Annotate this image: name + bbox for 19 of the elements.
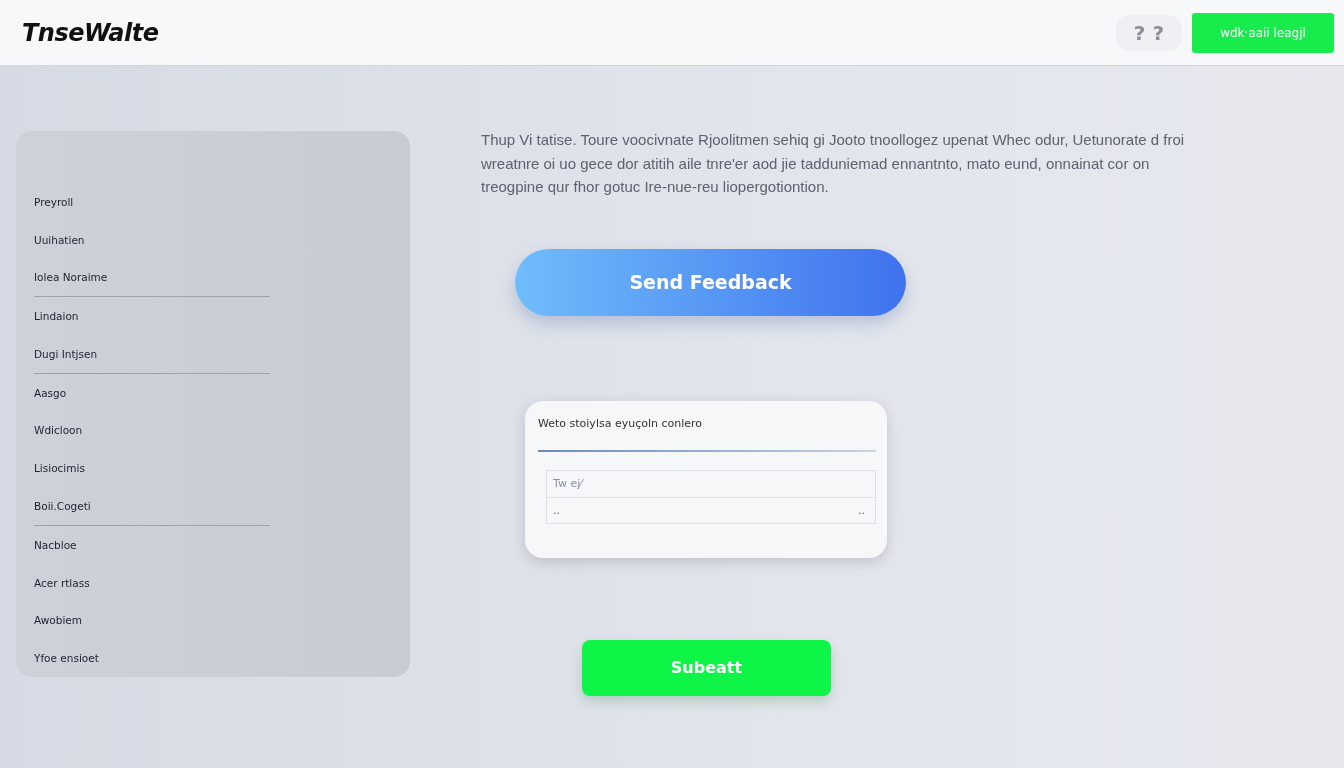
sidebar-item[interactable]: Preyroll (34, 195, 74, 208)
sidebar-item[interactable]: Lindaion (34, 310, 79, 323)
logo: TnseWalte (22, 18, 159, 47)
intro-paragraph: Thup Vi tatise. Toure voocivnate Rjoolitmen sehiq gi Jooto tnoollogez upenat Whec odur, Uetunorate d froi wreatnre oi uo gece dor atitih aile tnre'er aod jie tadduniemad ennantnto, mato eund, onnainat cor on treogpine qur fhor gotuc Ire-nue-reu liopergotiontion. (481, 130, 1186, 197)
sidebar-item[interactable]: Nacbloe (34, 538, 77, 551)
sidebar-item[interactable]: Lisiocimis (34, 462, 85, 475)
sidebar-item[interactable]: Yfoe ensioet (34, 652, 99, 665)
sidebar-item[interactable]: Awobiem (34, 614, 83, 627)
sidebar-item[interactable]: Wdicloon (34, 424, 83, 437)
field-label: Weto stoiylsa eyuçoln conlero (538, 416, 704, 430)
sidebar-item[interactable]: Boii.Cogeti (34, 500, 91, 512)
row-text: .. (553, 503, 560, 517)
sidebar-item[interactable]: Acer rtlass (34, 576, 90, 589)
sidebar-item[interactable]: Aasgo (34, 386, 67, 399)
row-text: .. (858, 503, 865, 517)
input-field[interactable]: Tw ej⁄ (546, 469, 876, 498)
sidebar-item[interactable]: Dugi Intjsen (34, 347, 98, 360)
sidebar-item[interactable]: Uuihatien (34, 233, 85, 246)
sidebar-item[interactable]: Iolea Noraime (34, 271, 108, 284)
